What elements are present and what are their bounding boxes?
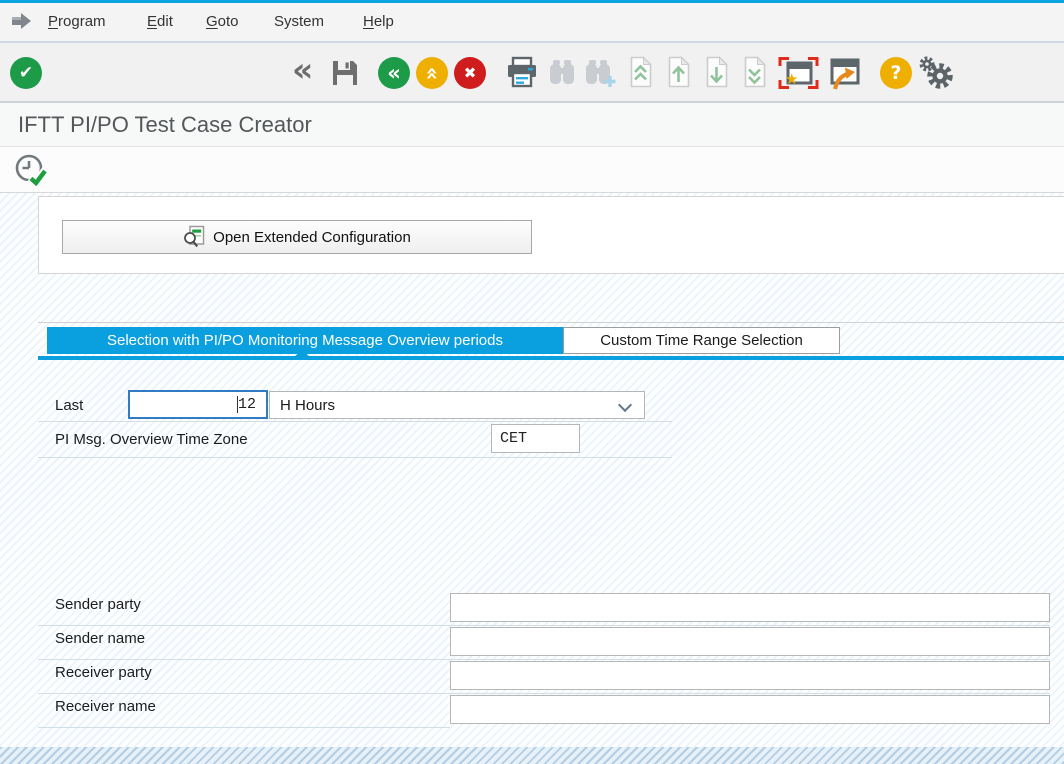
menu-item-program[interactable]: Program [48,13,106,30]
back-button[interactable]: « [378,57,410,89]
text-caret [237,396,238,413]
page-title: IFTT PI/PO Test Case Creator [18,112,312,138]
menu-item-edit[interactable]: Edit [147,13,173,30]
sender-name-input[interactable] [450,627,1050,656]
first-page-button[interactable] [628,56,654,88]
help-button[interactable]: ? [880,57,912,89]
receiver-name-label: Receiver name [55,698,156,715]
create-shortcut-button[interactable] [824,56,864,90]
receiver-party-input[interactable] [450,661,1050,690]
row-separator [38,625,1050,626]
cross-icon: ✖ [464,66,477,81]
tab-custom-time-range[interactable]: Custom Time Range Selection [563,327,840,354]
menu-item-system[interactable]: System [274,13,324,30]
tabstrip-top-border [38,322,1064,323]
document-magnifier-icon [183,225,205,249]
previous-page-button[interactable] [666,56,692,88]
find-button[interactable] [547,59,577,87]
last-page-button[interactable] [742,56,768,88]
menu-item-goto[interactable]: Goto [206,13,239,30]
standard-toolbar: ✔ « « « ✖ [0,43,1064,101]
receiver-party-label: Receiver party [55,664,152,681]
question-mark-icon: ? [890,64,901,83]
screen-bottom-strip [0,747,1064,764]
open-extended-configuration-button[interactable]: Open Extended Configuration [62,220,532,254]
period-unit-value: H Hours [280,397,335,414]
row-separator [38,693,1050,694]
menu-item-help[interactable]: Help [363,13,394,30]
row-separator [38,727,450,728]
next-page-button[interactable] [704,56,730,88]
customize-button[interactable] [918,55,954,91]
tabstrip-underline [38,356,1064,360]
sender-party-input[interactable] [450,593,1050,622]
title-bar: IFTT PI/PO Test Case Creator [0,103,1064,147]
sap-gui-window: Program Edit Goto System Help ✔ « « « [0,0,1064,764]
enter-button[interactable]: ✔ [10,57,42,89]
window-star-icon [776,54,822,92]
period-unit-dropdown[interactable]: H Hours [269,391,645,419]
menu-bar: Program Edit Goto System Help [0,3,1064,41]
timezone-label: PI Msg. Overview Time Zone [55,431,248,448]
print-button[interactable] [505,56,539,89]
cancel-button[interactable]: ✖ [454,57,486,89]
pointer-hand-icon [11,12,33,30]
check-icon: ✔ [19,65,33,82]
application-toolbar [0,147,1064,193]
last-hours-input[interactable] [128,390,268,419]
execute-button[interactable] [14,152,50,188]
new-session-button[interactable]: ★ [776,54,822,92]
star-icon: ★ [785,72,798,87]
row-separator [38,457,672,458]
sender-party-label: Sender party [55,596,141,613]
last-label: Last [55,397,83,414]
save-button[interactable] [330,58,360,88]
timezone-input[interactable] [491,424,580,453]
row-separator [38,421,672,422]
double-chevron-left-icon: « [387,63,401,84]
find-next-button[interactable] [583,59,617,89]
open-extended-configuration-label: Open Extended Configuration [213,229,411,246]
row-separator [38,659,1050,660]
double-chevron-up-icon: « [421,66,442,80]
chevron-down-icon [618,398,632,412]
sender-name-label: Sender name [55,630,145,647]
exit-button[interactable]: « [416,57,448,89]
receiver-name-input[interactable] [450,695,1050,724]
hide-toolbar-button[interactable]: « [292,53,313,86]
